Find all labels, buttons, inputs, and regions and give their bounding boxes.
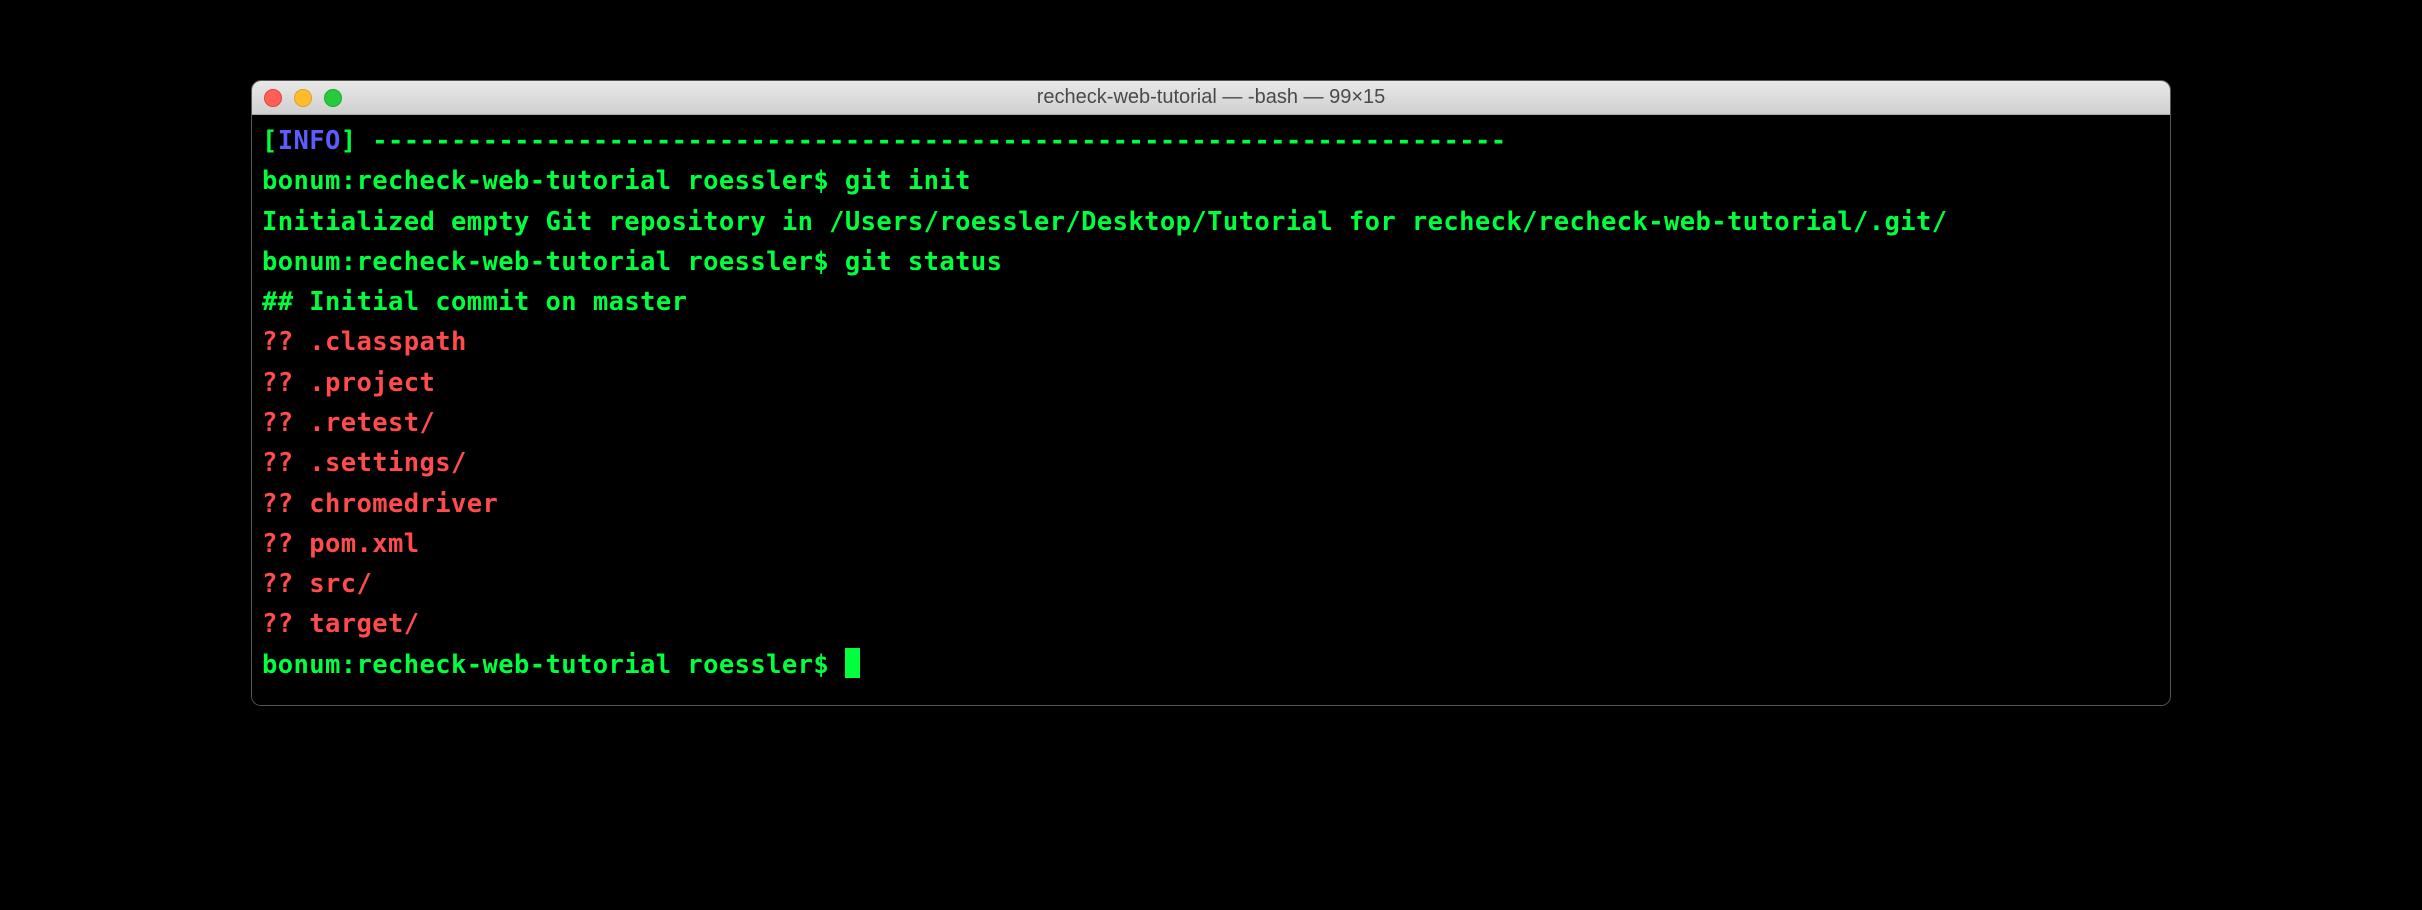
untracked-marker: ?? — [262, 327, 309, 357]
untracked-marker: ?? — [262, 408, 309, 438]
untracked-marker: ?? — [262, 569, 309, 599]
prompt-host: bonum: — [262, 166, 357, 196]
untracked-file: src/ — [309, 569, 372, 599]
terminal-body[interactable]: [INFO] ---------------------------------… — [252, 115, 2170, 705]
output-line: Initialized empty Git repository in /Use… — [262, 202, 2160, 242]
close-icon[interactable] — [264, 89, 282, 107]
untracked-line: ?? chromedriver — [262, 484, 2160, 524]
untracked-line: ?? .retest/ — [262, 403, 2160, 443]
prompt-line-2: bonum:recheck-web-tutorial roessler$ git… — [262, 242, 2160, 282]
untracked-file: .retest/ — [309, 408, 435, 438]
info-line: [INFO] ---------------------------------… — [262, 121, 2160, 161]
untracked-line: ?? target/ — [262, 604, 2160, 644]
terminal-window: recheck-web-tutorial — -bash — 99×15 [IN… — [251, 80, 2171, 706]
untracked-line: ?? .settings/ — [262, 443, 2160, 483]
traffic-lights — [264, 89, 342, 107]
prompt-user: roessler$ — [672, 247, 845, 277]
minimize-icon[interactable] — [294, 89, 312, 107]
bracket-open: [ — [262, 126, 278, 156]
untracked-file: target/ — [309, 609, 419, 639]
untracked-file: chromedriver — [309, 489, 498, 519]
status-hashes: ## — [262, 287, 309, 317]
untracked-line: ?? pom.xml — [262, 524, 2160, 564]
titlebar[interactable]: recheck-web-tutorial — -bash — 99×15 — [252, 81, 2170, 115]
status-text: Initial commit on — [309, 287, 593, 317]
command-text: git init — [845, 166, 971, 196]
untracked-marker: ?? — [262, 609, 309, 639]
info-label: INFO — [278, 126, 341, 156]
prompt-host: bonum: — [262, 247, 357, 277]
prompt-user: roessler$ — [672, 166, 845, 196]
window-title: recheck-web-tutorial — -bash — 99×15 — [1037, 86, 1386, 109]
zoom-icon[interactable] — [324, 89, 342, 107]
prompt-line-1: bonum:recheck-web-tutorial roessler$ git… — [262, 161, 2160, 201]
untracked-file: pom.xml — [309, 529, 419, 559]
prompt-line-3[interactable]: bonum:recheck-web-tutorial roessler$ — [262, 645, 2160, 685]
untracked-line: ?? src/ — [262, 564, 2160, 604]
prompt-text: bonum:recheck-web-tutorial roessler$ — [262, 650, 845, 680]
untracked-file: .settings/ — [309, 448, 467, 478]
untracked-marker: ?? — [262, 529, 309, 559]
untracked-marker: ?? — [262, 368, 309, 398]
untracked-file: .project — [309, 368, 435, 398]
prompt-dir: recheck-web-tutorial — [357, 247, 672, 277]
untracked-marker: ?? — [262, 489, 309, 519]
dashes: ----------------------------------------… — [372, 126, 1506, 156]
untracked-file: .classpath — [309, 327, 467, 357]
bracket-close: ] — [341, 126, 373, 156]
cursor-icon — [845, 648, 860, 678]
branch-name: master — [593, 287, 688, 317]
untracked-line: ?? .project — [262, 363, 2160, 403]
status-line: ## Initial commit on master — [262, 282, 2160, 322]
untracked-line: ?? .classpath — [262, 322, 2160, 362]
untracked-marker: ?? — [262, 448, 309, 478]
prompt-dir: recheck-web-tutorial — [357, 166, 672, 196]
command-text: git status — [845, 247, 1003, 277]
